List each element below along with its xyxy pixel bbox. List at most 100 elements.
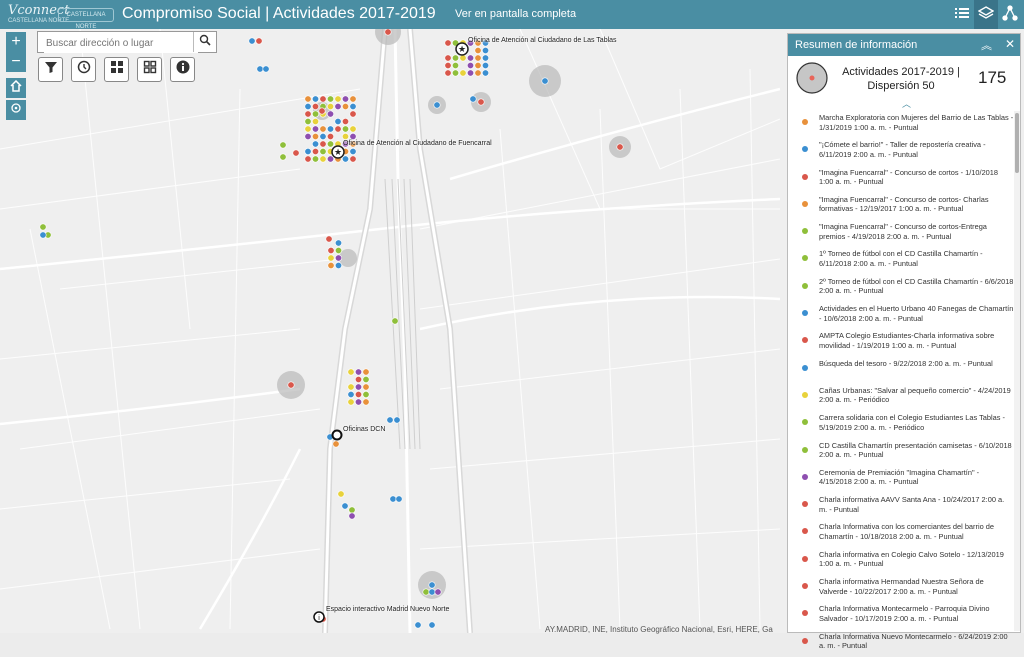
activity-point[interactable] [444,54,452,62]
list-item[interactable]: Carrera solidaria con el Colegio Estudia… [788,411,1014,438]
activity-point[interactable] [362,398,370,406]
activity-point[interactable] [451,69,459,77]
activity-point[interactable] [341,133,349,141]
activity-point[interactable] [341,103,349,111]
activity-point[interactable] [304,110,312,118]
about-button[interactable] [170,57,195,82]
activity-point[interactable] [362,390,370,398]
list-item[interactable]: Búsqueda del tesoro - 9/22/2018 2:00 a. … [788,357,1014,384]
time-button[interactable] [71,57,96,82]
activity-point[interactable] [311,95,319,103]
fullscreen-link[interactable]: Ver en pantalla completa [455,8,576,20]
activity-point[interactable] [327,262,335,270]
activity-point[interactable] [348,512,356,520]
activity-point[interactable] [311,140,319,148]
activity-point[interactable] [262,65,270,73]
list-item[interactable]: "Imagina Fuencarral" - Concurso de corto… [788,166,1014,193]
activity-point[interactable] [422,588,430,596]
activity-point[interactable] [304,125,312,133]
list-item[interactable]: "¡Cómete el barrio!" - Taller de reposte… [788,138,1014,165]
list-item[interactable]: Charla Informativa Nuevo Montecarmelo - … [788,630,1014,657]
list-item[interactable]: Marcha Exploratoria con Mujeres del Barr… [788,111,1014,138]
activity-point[interactable] [334,262,342,270]
activity-point[interactable] [311,133,319,141]
activity-point[interactable] [319,133,327,141]
activity-point[interactable] [304,133,312,141]
activity-point[interactable] [474,61,482,69]
activity-point[interactable] [319,125,327,133]
activity-point[interactable] [304,155,312,163]
list-item[interactable]: Ceremonia de Premiación "Imagina Chamart… [788,466,1014,493]
activity-point[interactable] [474,69,482,77]
activity-point[interactable] [459,69,467,77]
layers-button[interactable] [974,0,998,29]
activity-point[interactable] [384,29,392,36]
activity-point[interactable] [287,381,295,389]
office-star-icon[interactable]: ★ [331,145,345,159]
activity-point[interactable] [349,155,357,163]
activity-point[interactable] [347,368,355,376]
activity-point[interactable] [311,125,319,133]
list-item[interactable]: Charla informativa en Colegio Calvo Sote… [788,548,1014,575]
info-marker-icon[interactable]: i [313,611,325,623]
home-button[interactable] [6,78,26,98]
activity-point[interactable] [311,110,319,118]
zoom-in-button[interactable]: + [6,32,26,52]
list-item[interactable]: AMPTA Colegio Estudiantes-Charla informa… [788,329,1014,356]
activity-point[interactable] [334,103,342,111]
activity-point[interactable] [334,125,342,133]
activity-point[interactable] [304,103,312,111]
activity-point[interactable] [444,39,452,47]
activity-point[interactable] [389,495,397,503]
activity-point[interactable] [349,133,357,141]
activity-point[interactable] [386,416,394,424]
activity-point[interactable] [349,148,357,156]
activity-point[interactable] [347,390,355,398]
panel-scrollbar[interactable] [1014,111,1020,631]
activity-point[interactable] [326,125,334,133]
activity-point[interactable] [349,95,357,103]
activity-point[interactable] [348,506,356,514]
zoom-out-button[interactable]: − [6,52,26,72]
filter-button[interactable] [38,57,63,82]
activity-point[interactable] [311,103,319,111]
share-button[interactable] [998,0,1022,29]
activity-point[interactable] [354,383,362,391]
list-item[interactable]: Charla informativa AAVV Santa Ana - 10/2… [788,493,1014,520]
activity-point[interactable] [362,375,370,383]
activity-point[interactable] [347,383,355,391]
activity-point[interactable] [433,101,441,109]
list-item[interactable]: Charla Informativa con los comerciantes … [788,520,1014,547]
activity-point[interactable] [319,155,327,163]
activity-point[interactable] [414,621,422,629]
activity-point[interactable] [428,588,436,596]
activity-point[interactable] [39,231,47,239]
activity-point[interactable] [451,61,459,69]
activity-point[interactable] [304,118,312,126]
activity-point[interactable] [256,65,264,73]
activity-point[interactable] [326,103,334,111]
activity-point[interactable] [319,148,327,156]
activity-point[interactable] [347,398,355,406]
activity-point[interactable] [362,383,370,391]
activity-point[interactable] [332,440,340,448]
activity-point[interactable] [391,317,399,325]
search-button[interactable] [193,32,216,52]
office-ring-icon[interactable] [331,429,343,441]
scroll-thumb[interactable] [1015,113,1019,173]
activity-point[interactable] [466,61,474,69]
list-item[interactable]: "Imagina Fuencarral" - Concurso de corto… [788,193,1014,220]
activity-point[interactable] [279,141,287,149]
activity-point[interactable] [434,588,442,596]
activity-point[interactable] [481,46,489,54]
activity-point[interactable] [362,368,370,376]
activity-point[interactable] [395,495,403,503]
activity-point[interactable] [354,390,362,398]
collapse-icon[interactable]: ︽ [981,37,992,53]
list-item[interactable]: "Imagina Fuencarral" - Concurso de corto… [788,220,1014,247]
activity-point[interactable] [327,247,335,255]
activity-point[interactable] [318,107,326,115]
activity-point[interactable] [311,118,319,126]
activity-point[interactable] [428,621,436,629]
activity-point[interactable] [341,125,349,133]
